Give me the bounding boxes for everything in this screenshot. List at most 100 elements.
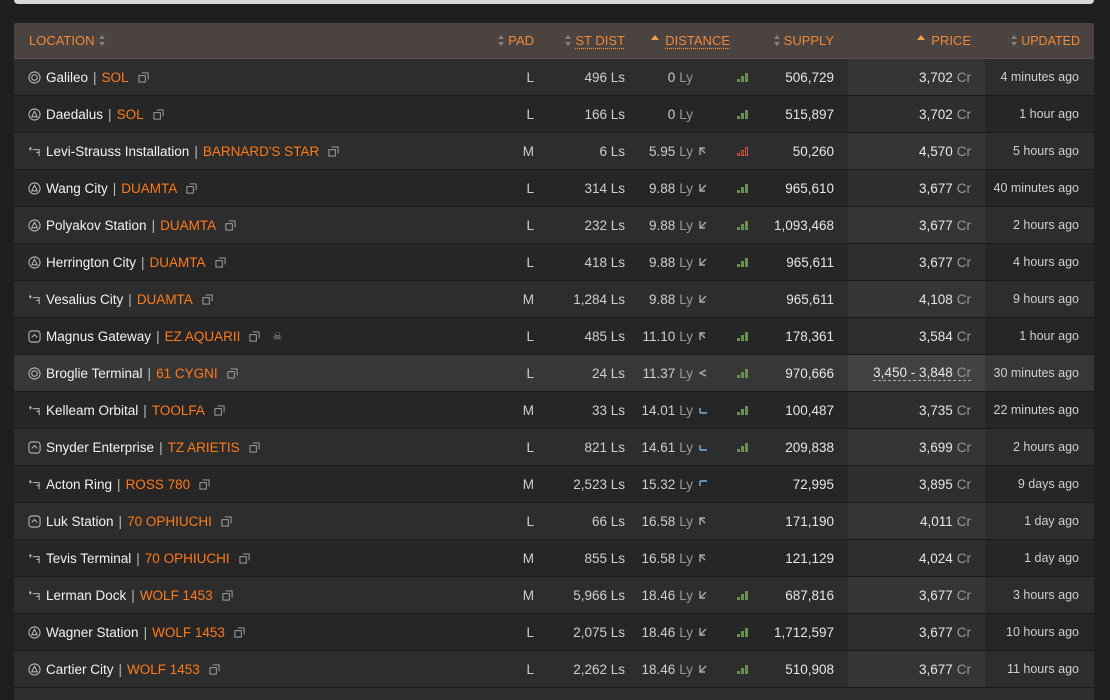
location-cell: Cartier City | WOLF 1453 [14, 651, 494, 687]
table-row[interactable]: Luk Station | 70 OPHIUCHI L 66 Ls 16.58 Ly 171,… [14, 503, 1094, 540]
station-name[interactable]: Magnus Gateway [46, 329, 151, 344]
station-name[interactable]: Tevis Terminal [46, 551, 131, 566]
supply-value: 687,816 [785, 587, 834, 603]
coriolis-icon [28, 625, 41, 639]
copy-icon[interactable] [186, 182, 197, 194]
station-name[interactable]: Vesalius City [46, 292, 123, 307]
station-name[interactable]: Luk Station [46, 514, 114, 529]
copy-icon[interactable] [202, 293, 213, 305]
direction-up-left-icon [698, 146, 708, 156]
table-row[interactable]: Galileo | SOL L 496 Ls 0 Ly 506,729 3,702 Cr 4 min… [14, 59, 1094, 96]
table-row[interactable]: Broglie Terminal | 61 CYGNI L 24 Ls 11.37 Ly 97… [14, 355, 1094, 392]
station-name[interactable]: Wang City [46, 181, 108, 196]
price-cell: 3,677 Cr [848, 207, 985, 243]
table-row[interactable]: Levi-Strauss Installation | BARNARD'S STAR… [14, 133, 1094, 170]
station-name[interactable]: Acton Ring [46, 477, 112, 492]
copy-icon[interactable] [138, 71, 149, 83]
copy-icon[interactable] [239, 552, 250, 564]
table-row[interactable]: Vesalius City | DUAMTA M 1,284 Ls 9.88 Ly 965,6… [14, 281, 1094, 318]
price-cell: 3,702 Cr [848, 96, 985, 132]
system-name[interactable]: EZ AQUARII [165, 329, 241, 344]
table-row[interactable]: Snyder Enterprise | TZ ARIETIS L 821 Ls 14.61… [14, 429, 1094, 466]
station-name[interactable]: Daedalus [46, 107, 103, 122]
copy-icon[interactable] [214, 404, 225, 416]
table-row[interactable]: Wagner Station | WOLF 1453 L 2,075 Ls 18.46 Ly… [14, 614, 1094, 651]
asteroid-base-icon [28, 440, 41, 454]
station-name[interactable]: Galileo [46, 70, 88, 85]
column-header-st-dist[interactable]: ST DIST [536, 23, 625, 58]
table-body: Galileo | SOL L 496 Ls 0 Ly 506,729 3,702 Cr 4 min… [14, 59, 1094, 688]
column-header-pad[interactable]: PAD [494, 23, 536, 58]
table-row[interactable]: Tevis Terminal | 70 OPHIUCHI M 855 Ls 16.58 Ly… [14, 540, 1094, 577]
price-cell: 4,570 Cr [848, 133, 985, 169]
table-row[interactable]: Magnus Gateway | EZ AQUARII ☠ L 485 Ls 11.10 Ly… [14, 318, 1094, 355]
copy-icon[interactable] [249, 330, 260, 342]
column-header-location[interactable]: LOCATION [14, 23, 494, 58]
price-value: 3,677 Cr [918, 624, 971, 640]
system-name[interactable]: DUAMTA [137, 292, 193, 307]
pad-size: L [526, 365, 534, 381]
station-name[interactable]: Broglie Terminal [46, 366, 143, 381]
station-name[interactable]: Snyder Enterprise [46, 440, 154, 455]
distance-unit: Ly [679, 402, 693, 418]
pad-size: M [522, 291, 534, 307]
copy-icon[interactable] [249, 441, 260, 453]
system-name[interactable]: WOLF 1453 [127, 662, 200, 677]
station-name[interactable]: Kelleam Orbital [46, 403, 138, 418]
station-name[interactable]: Cartier City [46, 662, 114, 677]
sort-icon [98, 35, 106, 46]
supply-indicator [708, 577, 751, 613]
station-name[interactable]: Wagner Station [46, 625, 139, 640]
system-name[interactable]: BARNARD'S STAR [203, 144, 319, 159]
copy-icon[interactable] [215, 256, 226, 268]
table-row[interactable]: Polyakov Station | DUAMTA L 232 Ls 9.88 Ly 1,09… [14, 207, 1094, 244]
column-header-supply[interactable]: SUPPLY [730, 23, 848, 58]
station-name[interactable]: Herrington City [46, 255, 136, 270]
system-name[interactable]: 70 OPHIUCHI [127, 514, 212, 529]
distance-value: 18.46 [641, 587, 676, 603]
copy-icon[interactable] [222, 589, 233, 601]
column-header-price[interactable]: PRICE [848, 23, 985, 58]
station-name[interactable]: Lerman Dock [46, 588, 126, 603]
system-name[interactable]: TOOLFA [152, 403, 205, 418]
direction-down-left-icon [698, 664, 708, 674]
distance-cell: 11.37 Ly [625, 355, 708, 391]
system-name[interactable]: WOLF 1453 [140, 588, 213, 603]
copy-icon[interactable] [221, 515, 232, 527]
column-header-updated[interactable]: UPDATED [985, 23, 1094, 58]
table-row[interactable]: Daedalus | SOL L 166 Ls 0 Ly 515,897 3,702 Cr 1 ho… [14, 96, 1094, 133]
system-name[interactable]: DUAMTA [150, 255, 206, 270]
copy-icon[interactable] [227, 367, 238, 379]
system-name[interactable]: DUAMTA [121, 181, 177, 196]
table-row[interactable]: Acton Ring | ROSS 780 M 2,523 Ls 15.32 Ly 72,99… [14, 466, 1094, 503]
system-name[interactable]: ROSS 780 [126, 477, 191, 492]
table-row[interactable]: Herrington City | DUAMTA L 418 Ls 9.88 Ly 965,6… [14, 244, 1094, 281]
station-name[interactable]: Levi-Strauss Installation [46, 144, 189, 159]
supply-value: 506,729 [785, 69, 834, 85]
table-row[interactable]: Kelleam Orbital | TOOLFA M 33 Ls 14.01 Ly 100,4… [14, 392, 1094, 429]
system-name[interactable]: SOL [102, 70, 129, 85]
system-name[interactable]: TZ ARIETIS [168, 440, 240, 455]
table-row[interactable]: Cartier City | WOLF 1453 L 2,262 Ls 18.46 Ly 51… [14, 651, 1094, 688]
system-name[interactable]: DUAMTA [160, 218, 216, 233]
copy-icon[interactable] [328, 145, 339, 157]
supply-value: 50,260 [792, 143, 834, 159]
price-value[interactable]: 3,450 - 3,848 Cr [873, 365, 971, 381]
supply-level-icon [737, 590, 748, 600]
copy-icon[interactable] [209, 663, 220, 675]
station-name[interactable]: Polyakov Station [46, 218, 147, 233]
copy-icon[interactable] [199, 478, 210, 490]
sort-icon [773, 35, 781, 46]
copy-icon[interactable] [153, 108, 164, 120]
table-row[interactable]: Lerman Dock | WOLF 1453 M 5,966 Ls 18.46 Ly 687… [14, 577, 1094, 614]
system-name[interactable]: SOL [117, 107, 144, 122]
table-row[interactable]: Wang City | DUAMTA L 314 Ls 9.88 Ly 965,610 3,67… [14, 170, 1094, 207]
system-name[interactable]: 61 CYGNI [156, 366, 218, 381]
supply-value: 1,712,597 [773, 624, 834, 640]
copy-icon[interactable] [234, 626, 245, 638]
copy-icon[interactable] [225, 219, 236, 231]
system-name[interactable]: WOLF 1453 [152, 625, 225, 640]
column-header-distance[interactable]: DISTANCE [625, 23, 730, 58]
system-name[interactable]: 70 OPHIUCHI [145, 551, 230, 566]
price-value: 4,108 Cr [918, 291, 971, 307]
